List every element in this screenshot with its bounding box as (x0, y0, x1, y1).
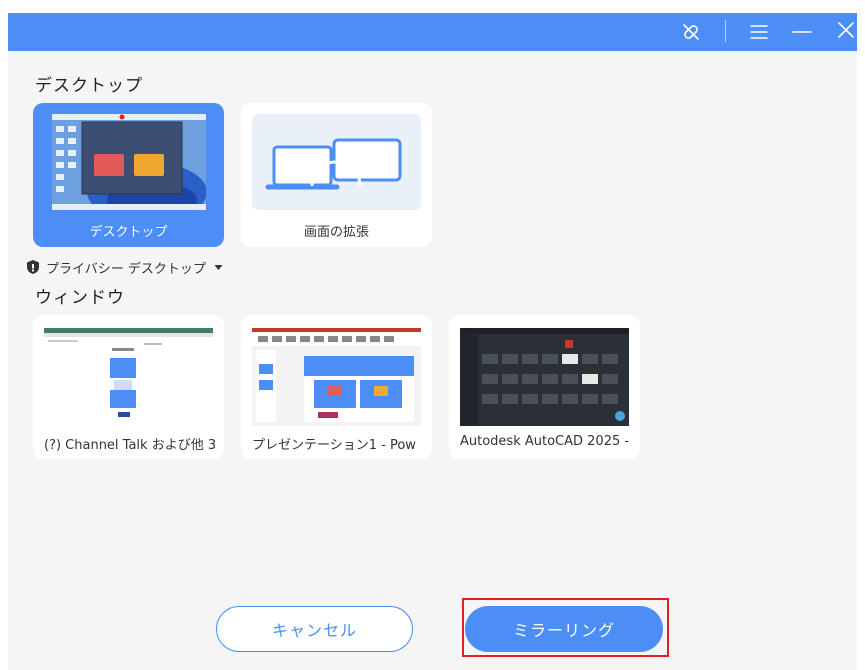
cancel-button[interactable]: キャンセル (216, 606, 413, 652)
window-tile-channel-talk[interactable]: (?) Channel Talk および他 3 (33, 315, 224, 459)
close-icon[interactable] (831, 18, 857, 46)
desktop-section-title: デスクトップ (35, 76, 143, 96)
titlebar-separator (725, 20, 726, 42)
window-label-autocad: Autodesk AutoCAD 2025 - (460, 434, 630, 449)
extend-screen-icon (252, 114, 421, 210)
minimize-icon[interactable] (787, 18, 817, 46)
window-tile-powerpoint[interactable]: プレゼンテーション1 - Pow (241, 315, 432, 459)
menu-icon[interactable] (744, 18, 774, 46)
shield-icon (27, 260, 39, 274)
window-label-powerpoint: プレゼンテーション1 - Pow (252, 438, 416, 453)
desktop-tile[interactable]: デスクトップ (33, 103, 224, 247)
powerpoint-thumbnail (252, 328, 421, 426)
desktop-thumbnail (52, 114, 206, 210)
window-label-channel-talk: (?) Channel Talk および他 3 (44, 438, 216, 453)
desktop-tile-label: デスクトップ (89, 225, 168, 240)
mirroring-button[interactable]: ミラーリング (465, 606, 663, 652)
privacy-desktop-dropdown[interactable]: プライバシー デスクトップ (26, 258, 223, 277)
mirroring-window: デスクトップ デスクトップ 画面の拡張 プライバシー デスクトップ ウィンドウ … (8, 13, 857, 670)
extend-screen-label: 画面の拡張 (303, 225, 369, 240)
extend-screen-tile[interactable]: 画面の拡張 (241, 103, 432, 247)
title-bar (8, 13, 857, 51)
caret-down-icon (214, 264, 223, 270)
autocad-thumbnail (460, 328, 629, 426)
window-section-title: ウィンドウ (35, 288, 125, 308)
window-tile-autocad[interactable]: Autodesk AutoCAD 2025 - (449, 315, 640, 459)
privacy-desktop-label: プライバシー デスクトップ (46, 261, 206, 277)
unlink-icon[interactable] (676, 18, 706, 46)
channel-talk-thumbnail (44, 328, 213, 426)
